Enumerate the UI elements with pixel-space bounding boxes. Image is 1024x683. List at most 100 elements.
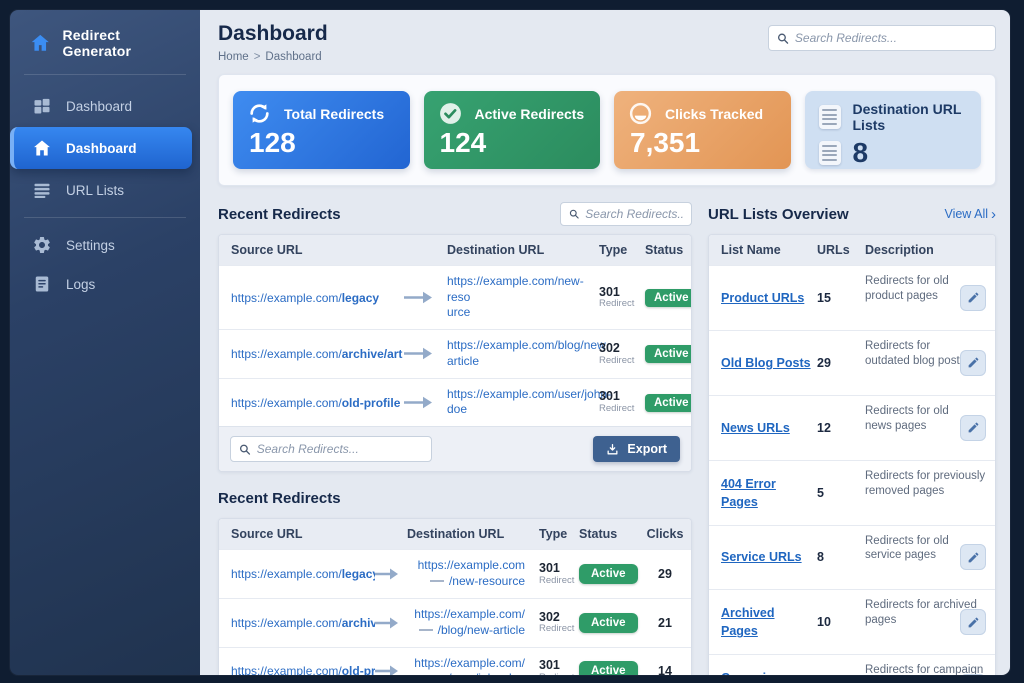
sidebar-item-label: Dashboard (66, 99, 132, 114)
list-name-link[interactable]: Archived Pages (721, 606, 775, 638)
stat-card-total-redirects[interactable]: Total Redirects 128 (233, 91, 410, 169)
sidebar-item-logs[interactable]: Logs (20, 266, 190, 302)
url-lists-overview-title: URL Lists Overview (708, 206, 849, 223)
sidebar: Redirect Generator Dashboard Dashboard U… (10, 10, 200, 675)
page-title: Dashboard (218, 22, 328, 46)
search-input[interactable] (585, 207, 683, 221)
sidebar-item-label: Dashboard (66, 141, 137, 156)
pencil-icon (967, 356, 980, 369)
global-search[interactable] (768, 25, 996, 51)
col-status: Status (633, 235, 691, 265)
edit-button[interactable] (960, 285, 986, 311)
col-type: Type (527, 519, 573, 549)
stat-card-destination-url-lists[interactable]: Destination URL Lists 8 (805, 91, 982, 169)
edit-button[interactable] (960, 350, 986, 376)
stat-card-active-redirects[interactable]: Active Redirects 124 (424, 91, 601, 169)
url-count: 8 (817, 550, 824, 564)
clicks-count: 21 (658, 616, 672, 630)
redirect-type: 301 (599, 286, 633, 300)
col-status: Status (573, 519, 639, 549)
source-url-link[interactable]: https://example.com/old-profile (231, 396, 400, 412)
gear-icon (32, 235, 52, 255)
list-name-link[interactable]: Campaign URLs (721, 671, 781, 675)
url-count: 15 (817, 291, 831, 305)
url-list-row: Archived Pages 10 Redirects for archived… (709, 589, 995, 654)
search-icon (239, 443, 251, 456)
sidebar-nav: Dashboard Dashboard URL Lists Settings L… (10, 75, 200, 305)
app-title: Redirect Generator (63, 27, 185, 59)
edit-button[interactable] (960, 674, 986, 675)
sidebar-item-label: URL Lists (66, 183, 124, 198)
list-name-link[interactable]: News URLs (721, 421, 790, 435)
stat-value: 128 (247, 127, 396, 159)
edit-button[interactable] (960, 544, 986, 570)
list-name-link[interactable]: 404 Error Pages (721, 477, 776, 509)
table-row: https://example.com/old-profile https://… (219, 647, 691, 675)
source-url-link[interactable]: https://example.com/archive (231, 616, 375, 632)
sidebar-item-settings[interactable]: Settings (20, 227, 190, 263)
recent-redirects-table-1: Source URL Destination URL Type Status h… (218, 234, 692, 472)
wrap-indicator (430, 580, 444, 582)
stat-card-clicks-tracked[interactable]: Clicks Tracked 7,351 (614, 91, 791, 169)
left-column: Recent Redirects Source URL Destination … (218, 200, 692, 675)
destination-url-link[interactable]: https://example.com/blog/newarticle (447, 338, 606, 369)
source-url-link[interactable]: https://example.com/legacy (231, 291, 379, 307)
wrap-indicator (419, 629, 433, 631)
list-description: Redirects for previouslyremoved pages (865, 469, 995, 515)
list-name-link[interactable]: Product URLs (721, 291, 804, 305)
edit-button[interactable] (960, 609, 986, 635)
search-input[interactable] (257, 442, 423, 456)
list-icon (32, 180, 52, 200)
source-url-link[interactable]: https://example.com/archive/article (231, 347, 403, 363)
table-row: https://example.com/archive https://exam… (219, 598, 691, 647)
breadcrumb-home[interactable]: Home (218, 51, 249, 63)
table1-footer: Export (219, 426, 691, 471)
view-all-link[interactable]: View All› (944, 207, 996, 222)
url-list-row: Service URLs 8 Redirects for oldservice … (709, 525, 995, 590)
destination-url-link[interactable]: https://example.com//blog/new-article (414, 607, 525, 638)
status-badge: Active (579, 564, 638, 584)
sidebar-item-dashboard-overview[interactable]: Dashboard (20, 88, 190, 124)
redirect-type: 301 (539, 659, 573, 673)
stat-value: 8 (853, 137, 869, 169)
status-badge: Active (645, 289, 692, 307)
arrow-right-icon (375, 665, 399, 675)
destination-url-link[interactable]: https://example.com/new-resource (418, 558, 525, 589)
table-row: https://example.com/old-profile https://… (219, 378, 691, 427)
pencil-icon (967, 616, 980, 629)
url-count: 12 (817, 421, 831, 435)
redirect-type: 301 (599, 390, 633, 404)
source-url-link[interactable]: https://example.com/old-profile (231, 664, 375, 675)
search-input[interactable] (795, 31, 987, 45)
stat-value: 124 (438, 127, 587, 159)
sidebar-item-url-lists[interactable]: URL Lists (20, 172, 190, 208)
breadcrumb-separator: > (254, 51, 261, 63)
destination-url-link[interactable]: https://example.com/new-resource (447, 274, 587, 321)
refresh-arrows-icon (247, 101, 272, 126)
table-header: Source URL Destination URL Type Status C… (219, 519, 691, 549)
url-count: 5 (817, 486, 824, 500)
edit-button[interactable] (960, 415, 986, 441)
arrow-right-icon (375, 568, 399, 580)
sidebar-item-dashboard[interactable]: Dashboard (10, 127, 192, 169)
list-name-link[interactable]: Old Blog Posts (721, 356, 811, 370)
chevron-right-icon: › (991, 207, 996, 222)
clicks-count: 29 (658, 567, 672, 581)
destination-url-link[interactable]: https://example.com//user/john-doe (414, 656, 525, 675)
table1-search[interactable] (560, 202, 692, 226)
table-header: Source URL Destination URL Type Status (219, 235, 691, 265)
status-badge: Active (579, 613, 638, 633)
stacked-lists-icon (819, 105, 841, 129)
export-button[interactable]: Export (593, 436, 680, 462)
list-name-link[interactable]: Service URLs (721, 550, 802, 564)
table1-footer-search[interactable] (230, 436, 432, 462)
stat-label: Total Redirects (284, 106, 384, 122)
dashboard-grid-icon (32, 96, 52, 116)
url-list-row: News URLs 12 Redirects for oldnews pages (709, 395, 995, 460)
source-url-link[interactable]: https://example.com/legacy (231, 567, 375, 583)
page-header: Dashboard Home > Dashboard (218, 22, 996, 63)
recent-redirects-table-2: Source URL Destination URL Type Status C… (218, 518, 692, 675)
sidebar-item-label: Settings (66, 238, 115, 253)
col-type: Type (587, 235, 633, 265)
stat-label: Active Redirects (475, 106, 585, 122)
